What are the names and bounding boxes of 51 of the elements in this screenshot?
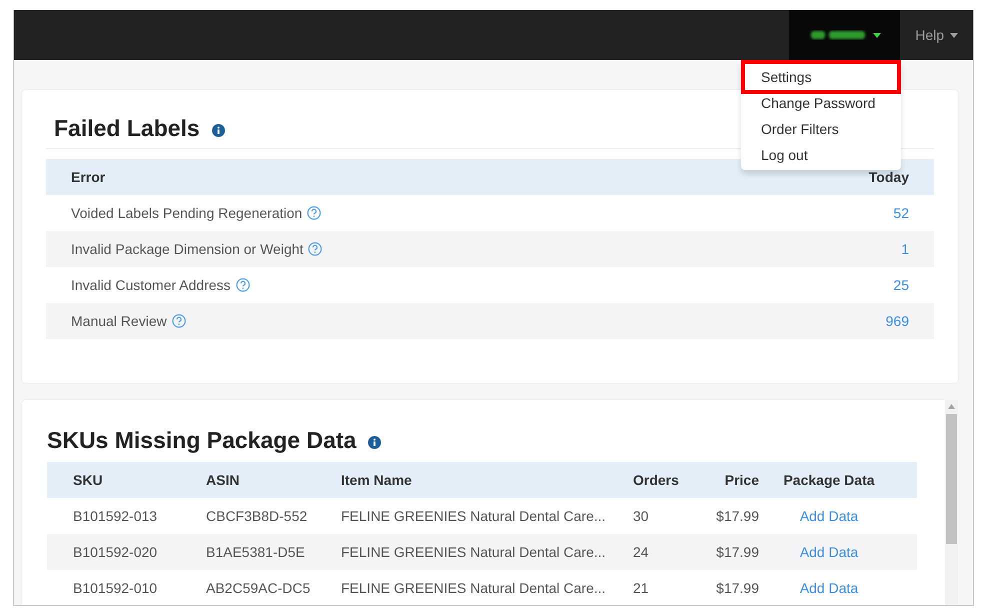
table-cell-text: AB2C59AC-DC5 xyxy=(206,580,312,596)
column-header: Package Data xyxy=(782,472,876,488)
table-cell-text: B101592-013 xyxy=(73,508,158,524)
table-cell-text: CBCF3B8D-552 xyxy=(206,508,308,524)
table-cell-text: FELINE GREENIES Natural Dental Care... xyxy=(341,508,607,524)
count-link[interactable]: 25 xyxy=(893,277,909,293)
help-menu[interactable]: Help xyxy=(900,10,973,60)
user-menu[interactable] xyxy=(789,10,900,60)
table-cell-text: B101592-010 xyxy=(73,580,158,596)
column-header: SKU xyxy=(73,472,104,488)
table-cell-text: FELINE GREENIES Natural Dental Care... xyxy=(341,580,607,596)
table-cell-text: FELINE GREENIES Natural Dental Care... xyxy=(341,544,607,560)
table-cell: Manual Review xyxy=(71,313,167,329)
info-icon xyxy=(368,436,382,449)
table-cell-text: $17.99 xyxy=(715,544,759,560)
column-header: Orders xyxy=(633,472,680,488)
redacted-name-icon xyxy=(808,29,867,41)
help-icon[interactable] xyxy=(308,242,322,256)
table-cell: Voided Labels Pending Regeneration xyxy=(71,205,302,221)
help-icon[interactable] xyxy=(307,206,322,220)
table-cell: Invalid Package Dimension or Weight xyxy=(71,241,304,257)
help-icon[interactable] xyxy=(172,314,186,328)
menu-item[interactable]: Log out xyxy=(741,142,901,168)
caret-icon xyxy=(950,32,958,38)
section-title: SKUs Missing Package Data xyxy=(47,426,356,454)
table-cell-text: $17.99 xyxy=(715,580,759,596)
menu-item[interactable]: Settings xyxy=(741,60,901,94)
help-icon[interactable] xyxy=(236,278,250,292)
add-data-link[interactable]: Add Data xyxy=(759,580,889,596)
column-header: Error xyxy=(71,169,106,185)
column-header: Item Name xyxy=(341,472,413,488)
menu-item[interactable]: Order Filters xyxy=(741,116,901,142)
info-icon xyxy=(212,124,225,137)
column-header: Price xyxy=(724,472,759,488)
table-cell-text: 24 xyxy=(633,544,650,560)
column-header: ASIN xyxy=(206,472,240,488)
table-cell: Invalid Customer Address xyxy=(71,277,231,293)
count-link[interactable]: 52 xyxy=(893,205,909,221)
count-link[interactable]: 969 xyxy=(886,313,909,329)
table-cell-text: $17.99 xyxy=(715,508,759,524)
table-cell-text: B1AE5381-D5E xyxy=(206,544,306,560)
add-data-link[interactable]: Add Data xyxy=(759,508,889,524)
section-title: Failed Labels xyxy=(54,114,200,142)
column-header: Today xyxy=(868,169,909,185)
table-cell-text: B101592-020 xyxy=(73,544,158,560)
table-cell-text: 30 xyxy=(633,508,650,524)
count-link[interactable]: 1 xyxy=(901,241,909,257)
add-data-link[interactable]: Add Data xyxy=(759,544,889,560)
scroll-up-icon[interactable] xyxy=(948,404,955,409)
table-cell-text: 21 xyxy=(633,580,650,596)
caret-icon xyxy=(872,32,881,38)
